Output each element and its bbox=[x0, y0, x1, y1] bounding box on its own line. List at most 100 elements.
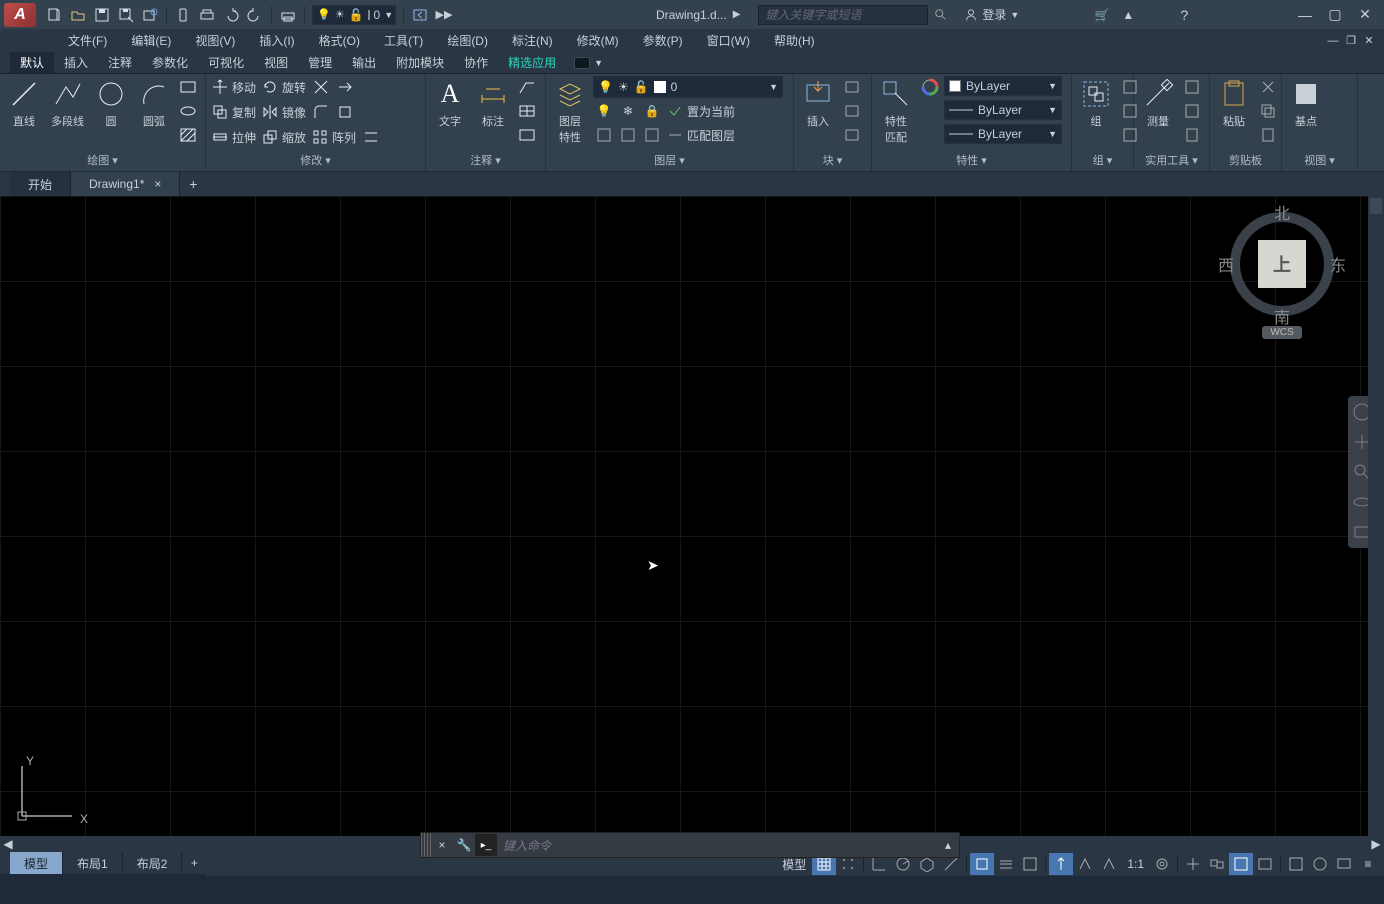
offset-icon[interactable] bbox=[360, 126, 382, 148]
panel-title-block[interactable]: 块 ▾ bbox=[798, 151, 867, 171]
quickprops-icon[interactable] bbox=[1253, 853, 1277, 875]
ribbontab-collaborate[interactable]: 协作 bbox=[454, 52, 498, 73]
menu-modify[interactable]: 修改(M) bbox=[565, 29, 631, 52]
anno-monitor-icon[interactable] bbox=[1205, 853, 1229, 875]
workspace-icon[interactable] bbox=[1181, 853, 1205, 875]
dimension-button[interactable]: 标注 bbox=[473, 76, 513, 131]
menu-window[interactable]: 窗口(W) bbox=[695, 29, 762, 52]
customize-icon[interactable]: ≡ bbox=[1356, 853, 1380, 875]
edit-block-icon[interactable] bbox=[841, 100, 863, 122]
file-tab-drawing1[interactable]: Drawing1* × bbox=[71, 172, 180, 196]
ribbontab-home[interactable]: 默认 bbox=[10, 52, 54, 73]
play-icon[interactable]: ▶▶ bbox=[433, 4, 455, 26]
explode-icon[interactable] bbox=[334, 101, 356, 123]
ribbontab-featured[interactable]: 精选应用 bbox=[498, 52, 566, 73]
transparency-icon[interactable] bbox=[1018, 853, 1042, 875]
edit-attr-icon[interactable] bbox=[841, 124, 863, 146]
layout2-tab[interactable]: 布局2 bbox=[123, 852, 183, 874]
menu-draw[interactable]: 绘图(D) bbox=[435, 29, 500, 52]
menu-edit[interactable]: 编辑(E) bbox=[119, 29, 183, 52]
menu-dimension[interactable]: 标注(N) bbox=[500, 29, 565, 52]
measure-button[interactable]: 测量 bbox=[1138, 76, 1178, 131]
maximize-button[interactable]: ▢ bbox=[1320, 3, 1350, 27]
new-file-icon[interactable] bbox=[43, 4, 65, 26]
drawing-area[interactable]: Y X ➤ 北 南 东 西 上 WCS bbox=[0, 196, 1384, 836]
lineweight-icon[interactable] bbox=[994, 853, 1018, 875]
search-icon[interactable] bbox=[930, 4, 952, 26]
share-icon[interactable] bbox=[409, 4, 431, 26]
layer-lock-icon[interactable]: 🔒 bbox=[641, 100, 663, 122]
extend-icon[interactable] bbox=[334, 76, 356, 98]
mirror-button[interactable]: 镜像 bbox=[260, 101, 308, 123]
layer-merge-icon[interactable] bbox=[641, 124, 663, 146]
layout1-tab[interactable]: 布局1 bbox=[63, 852, 123, 874]
minimize-button[interactable]: — bbox=[1290, 3, 1320, 27]
login-button[interactable]: 登录 ▼ bbox=[964, 6, 1019, 23]
menu-help[interactable]: 帮助(H) bbox=[762, 29, 827, 52]
ribbontab-view[interactable]: 视图 bbox=[254, 52, 298, 73]
ribbontab-insert[interactable]: 插入 bbox=[54, 52, 98, 73]
hscroll-right-icon[interactable]: ▶ bbox=[1368, 836, 1384, 852]
calc-icon[interactable] bbox=[1181, 124, 1203, 146]
file-tab-add[interactable]: + bbox=[180, 172, 206, 196]
cut-icon[interactable] bbox=[1257, 76, 1279, 98]
menu-file[interactable]: 文件(F) bbox=[56, 29, 119, 52]
app-menu-button[interactable]: A bbox=[4, 3, 36, 27]
rectangle-icon[interactable] bbox=[177, 76, 199, 98]
pasteclip-icon[interactable] bbox=[1257, 124, 1279, 146]
hscroll-left-icon[interactable]: ◀ bbox=[0, 836, 16, 852]
panel-title-utilities[interactable]: 实用工具 ▾ bbox=[1138, 151, 1205, 171]
panel-title-view[interactable]: 视图 ▾ bbox=[1286, 151, 1353, 171]
insert-button[interactable]: 插入 bbox=[798, 76, 838, 131]
layer-freeze-icon[interactable]: ❄ bbox=[617, 100, 639, 122]
base-button[interactable]: 基点 bbox=[1286, 76, 1326, 131]
line-button[interactable]: 直线 bbox=[4, 76, 44, 131]
layer-uniso-icon[interactable] bbox=[617, 124, 639, 146]
vertical-scrollbar[interactable] bbox=[1368, 196, 1384, 836]
units-icon[interactable] bbox=[1229, 853, 1253, 875]
commandline-wrench-icon[interactable]: 🔧 bbox=[453, 834, 475, 856]
copyclip-icon[interactable] bbox=[1257, 100, 1279, 122]
layer-off-icon[interactable]: 💡 bbox=[593, 100, 615, 122]
mobile-icon[interactable] bbox=[172, 4, 194, 26]
commandline-close-icon[interactable]: × bbox=[431, 834, 453, 856]
ribbontab-annotate[interactable]: 注释 bbox=[98, 52, 142, 73]
menu-parameter[interactable]: 参数(P) bbox=[631, 29, 695, 52]
hatch-icon[interactable] bbox=[177, 124, 199, 146]
selection-cycling-icon[interactable] bbox=[1049, 853, 1073, 875]
plot-icon[interactable] bbox=[196, 4, 218, 26]
layout-add-button[interactable]: + bbox=[182, 852, 206, 874]
create-block-icon[interactable] bbox=[841, 76, 863, 98]
commandline-expand-icon[interactable]: ▴ bbox=[937, 834, 959, 856]
circle-button[interactable]: 圆 bbox=[91, 76, 131, 131]
color-combo[interactable]: ByLayer▼ bbox=[944, 76, 1062, 96]
ribbontab-collapse[interactable]: ▼ bbox=[566, 52, 611, 73]
linetype-combo[interactable]: ByLayer▼ bbox=[944, 124, 1062, 144]
panel-title-annotation[interactable]: 注释 ▾ bbox=[430, 151, 541, 171]
command-line[interactable]: × 🔧 ▸_ 键入命令 ▴ bbox=[420, 832, 960, 858]
commandline-grip[interactable] bbox=[421, 833, 431, 857]
isolate-icon[interactable] bbox=[1284, 853, 1308, 875]
color-wheel-icon[interactable] bbox=[919, 76, 941, 98]
panel-title-properties[interactable]: 特性 ▾ bbox=[876, 151, 1067, 171]
copy-button[interactable]: 复制 bbox=[210, 101, 258, 123]
viewcube-top-face[interactable]: 上 bbox=[1258, 240, 1306, 288]
status-model-label[interactable]: 模型 bbox=[776, 856, 812, 873]
cart-icon[interactable]: 🛒 bbox=[1091, 4, 1113, 26]
ribbontab-manage[interactable]: 管理 bbox=[298, 52, 342, 73]
doc-minimize-button[interactable]: — bbox=[1324, 32, 1342, 50]
arc-button[interactable]: 圆弧 bbox=[134, 76, 174, 131]
doc-close-button[interactable]: ✕ bbox=[1360, 32, 1378, 50]
close-button[interactable]: ✕ bbox=[1350, 3, 1380, 27]
status-scale[interactable]: 1:1 bbox=[1121, 857, 1150, 871]
paste-button[interactable]: 粘贴 bbox=[1214, 76, 1254, 131]
set-current-button[interactable]: 置为当前 bbox=[665, 100, 737, 122]
ellipse-icon[interactable] bbox=[177, 100, 199, 122]
ribbontab-addins[interactable]: 附加模块 bbox=[386, 52, 454, 73]
leader-icon[interactable] bbox=[516, 76, 538, 98]
polyline-button[interactable]: 多段线 bbox=[47, 76, 88, 131]
web-save-icon[interactable] bbox=[139, 4, 161, 26]
doc-restore-button[interactable]: ❐ bbox=[1342, 32, 1360, 50]
open-file-icon[interactable] bbox=[67, 4, 89, 26]
lineweight-combo[interactable]: ByLayer▼ bbox=[944, 100, 1062, 120]
